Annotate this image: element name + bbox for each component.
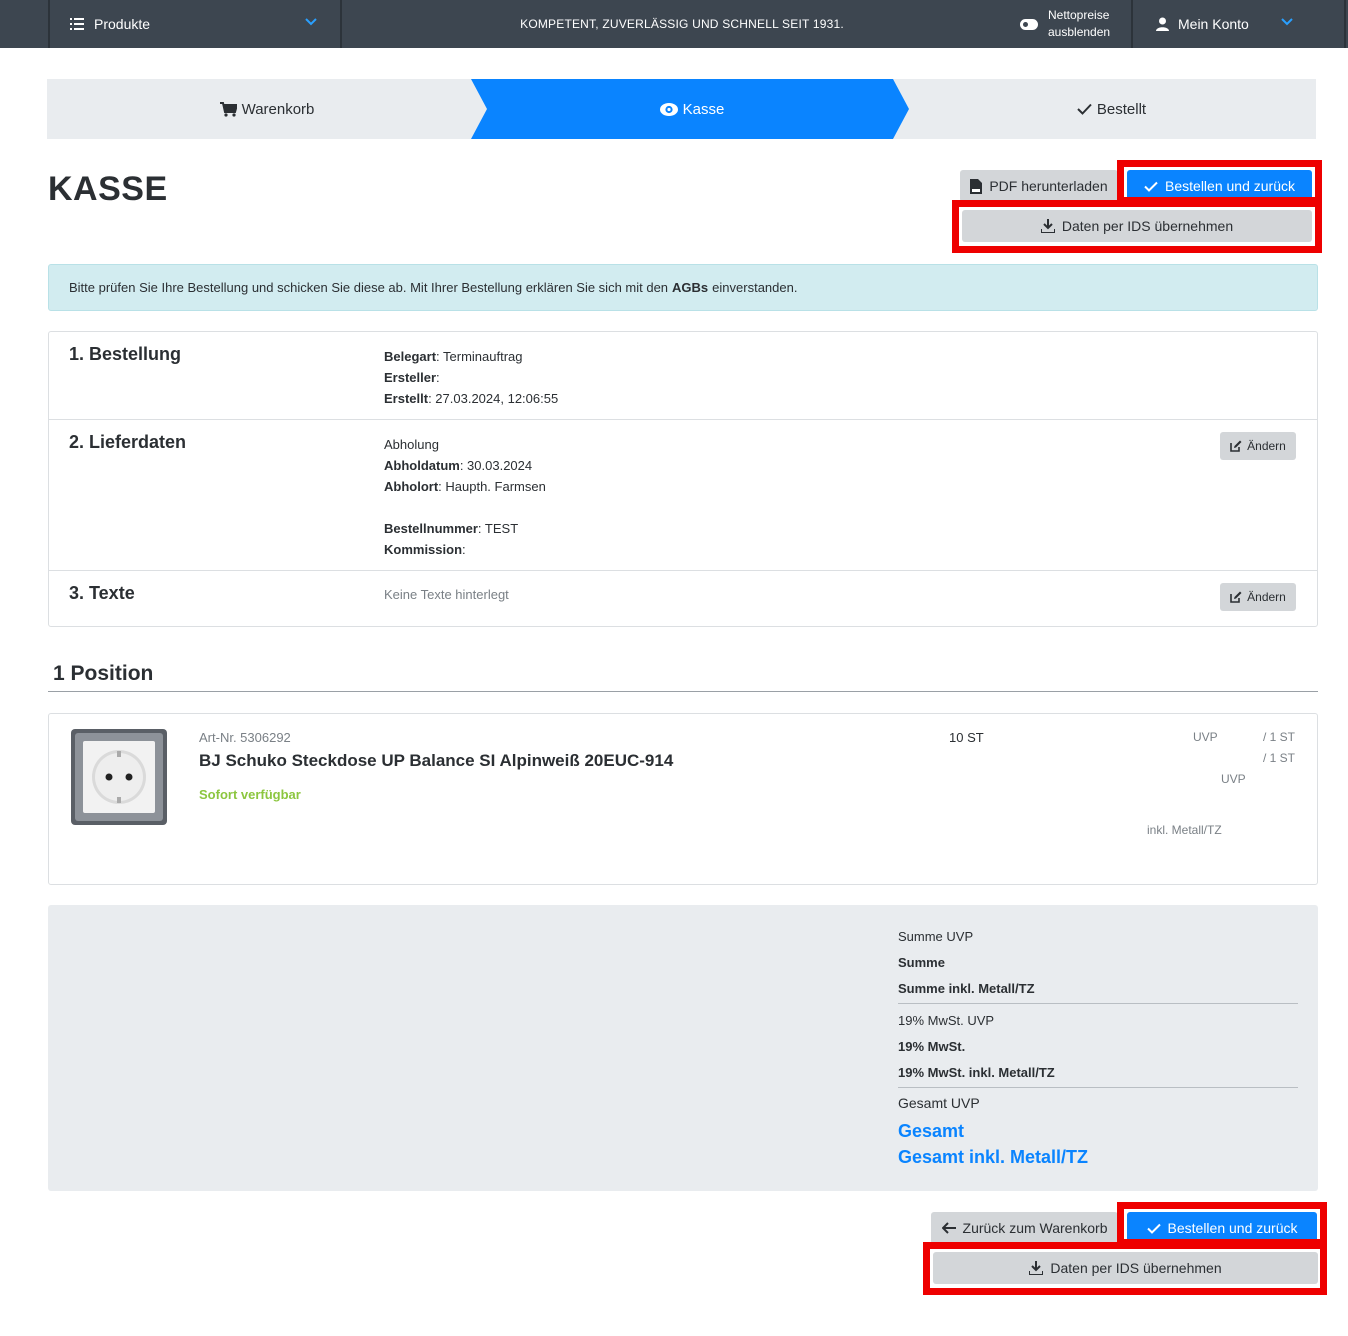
sum-uvp: Summe UVP: [898, 929, 974, 944]
total-uvp: Gesamt UVP: [898, 1095, 980, 1111]
commission-value: :: [462, 542, 466, 557]
account-label: Mein Konto: [1178, 16, 1249, 32]
order-number-value: : TEST: [477, 521, 519, 536]
net-price-toggle[interactable]: Nettopreise ausblenden: [1020, 0, 1130, 48]
back-to-cart-label: Zurück zum Warenkorb: [962, 1220, 1108, 1236]
step-cart[interactable]: Warenkorb: [47, 79, 487, 139]
per-unit: / 1 ST: [1263, 730, 1296, 744]
total: Gesamt: [898, 1121, 965, 1141]
edit-texts-label: Ändern: [1247, 590, 1286, 604]
net-price-label-line2: ausblenden: [1048, 25, 1111, 39]
vat-incl-metal: 19% MwSt. inkl. Metall/TZ: [898, 1065, 1055, 1080]
net-price-label-line1: Nettopreise: [1048, 8, 1110, 22]
account-menu[interactable]: Mein Konto: [1134, 0, 1344, 48]
edit-icon: [1230, 440, 1247, 452]
arrow-left-icon: [941, 1222, 963, 1234]
products-label: Produkte: [94, 16, 151, 32]
order-section: 1. Bestellung Belegart: Terminauftrag Er…: [49, 332, 1317, 420]
divider: [898, 1003, 1298, 1004]
agb-link[interactable]: AGBs: [672, 280, 708, 295]
net-price-label: Nettopreise ausblenden: [1048, 7, 1110, 41]
step-ordered-label: Bestellt: [1096, 100, 1147, 118]
edit-texts-button[interactable]: Ändern: [1220, 583, 1296, 611]
texts-heading: 3. Texte: [69, 583, 135, 603]
pickup-date-value: : 30.03.2024: [459, 458, 533, 473]
separator: [1344, 0, 1346, 48]
creator-value: :: [436, 370, 440, 385]
order-details-card: 1. Bestellung Belegart: Terminauftrag Er…: [48, 331, 1318, 627]
top-navigation-bar: Produkte KOMPETENT, ZUVERLÄSSIG UND SCHN…: [0, 0, 1348, 48]
texts-empty: Keine Texte hinterlegt: [384, 587, 509, 602]
page-title: KASSE: [48, 170, 168, 208]
created-value: : 27.03.2024, 12:06:55: [428, 391, 559, 406]
creator-label: Ersteller: [384, 370, 437, 385]
positions-heading: 1 Position: [53, 662, 154, 685]
quantity: 10 ST: [949, 730, 984, 745]
vat-uvp: 19% MwSt. UVP: [898, 1013, 995, 1028]
list-item: Art-Nr. 5306292 BJ Schuko Steckdose UP B…: [48, 713, 1318, 885]
sum: Summe: [898, 955, 945, 970]
doc-type-value: : Terminauftrag: [436, 349, 523, 364]
article-number: Art-Nr. 5306292: [199, 730, 291, 745]
pickup-location-label: Abholort: [384, 479, 439, 494]
step-checkout-label: Kasse: [682, 100, 725, 118]
divider: [898, 1087, 1298, 1088]
highlight-box: [923, 1242, 1327, 1295]
edit-icon: [1230, 591, 1247, 603]
per-unit: / 1 ST: [1263, 751, 1296, 765]
delivery-heading: 2. Lieferdaten: [69, 432, 187, 452]
commission-label: Kommission: [384, 542, 463, 557]
pdf-download-button[interactable]: PDF herunterladen: [960, 170, 1118, 202]
list-icon: [70, 18, 84, 30]
chevron-down-icon: [1280, 14, 1294, 31]
texts-section: 3. Texte Keine Texte hinterlegt Ändern: [49, 571, 1317, 627]
step-ordered: Bestellt: [907, 79, 1316, 139]
products-menu[interactable]: Produkte: [50, 0, 340, 48]
step-checkout: Kasse: [487, 79, 897, 139]
highlight-box: [1117, 1202, 1327, 1246]
alert-text-end: einverstanden.: [712, 280, 798, 295]
doc-type-label: Belegart: [384, 349, 437, 364]
delivery-mode: Abholung: [384, 437, 439, 452]
info-alert: Bitte prüfen Sie Ihre Bestellung und sch…: [48, 264, 1318, 311]
pdf-icon: [970, 178, 989, 194]
total-incl-metal: Gesamt inkl. Metall/TZ: [898, 1147, 1089, 1167]
order-number-label: Bestellnummer: [384, 521, 478, 536]
cart-icon: [219, 101, 242, 117]
step-cart-label: Warenkorb: [241, 100, 315, 118]
divider: [48, 691, 1318, 692]
product-name[interactable]: BJ Schuko Steckdose UP Balance SI Alpinw…: [199, 751, 673, 771]
edit-delivery-button[interactable]: Ändern: [1220, 432, 1296, 460]
highlight-box: [952, 200, 1322, 253]
uvp-label: UVP: [1193, 730, 1218, 744]
uvp-label: UVP: [1221, 772, 1246, 786]
pickup-date-label: Abholdatum: [384, 458, 460, 473]
back-to-cart-button[interactable]: Zurück zum Warenkorb: [931, 1212, 1118, 1244]
slogan: KOMPETENT, ZUVERLÄSSIG UND SCHNELL SEIT …: [520, 17, 844, 31]
availability-status: Sofort verfügbar: [199, 787, 301, 802]
order-summary: Summe UVP Summe Summe inkl. Metall/TZ 19…: [48, 905, 1318, 1191]
user-icon: [1156, 17, 1169, 31]
created-label: Erstellt: [384, 391, 429, 406]
highlight-box: [1117, 160, 1322, 204]
pdf-download-label: PDF herunterladen: [989, 178, 1108, 194]
pickup-location-value: : Haupth. Farmsen: [438, 479, 546, 494]
delivery-section: 2. Lieferdaten Abholung Abholdatum: 30.0…: [49, 420, 1317, 571]
separator: [1131, 0, 1133, 48]
chevron-down-icon: [304, 14, 318, 31]
product-image[interactable]: [69, 727, 169, 827]
order-heading: 1. Bestellung: [69, 344, 182, 364]
delivery-info: Abholung Abholdatum: 30.03.2024 Abholort…: [384, 434, 546, 560]
checkout-stepper: Warenkorb Kasse Bestellt: [47, 79, 1316, 139]
toggle-icon[interactable]: [1020, 18, 1038, 30]
metal-surcharge-label: inkl. Metall/TZ: [1147, 823, 1222, 837]
sum-incl-metal: Summe inkl. Metall/TZ: [898, 981, 1035, 996]
alert-text: Bitte prüfen Sie Ihre Bestellung und sch…: [69, 280, 669, 295]
edit-delivery-label: Ändern: [1247, 439, 1286, 453]
check-icon: [1077, 103, 1097, 115]
vat: 19% MwSt.: [898, 1039, 966, 1054]
order-info: Belegart: Terminauftrag Ersteller: Erste…: [384, 346, 558, 409]
eye-icon: [659, 102, 683, 116]
